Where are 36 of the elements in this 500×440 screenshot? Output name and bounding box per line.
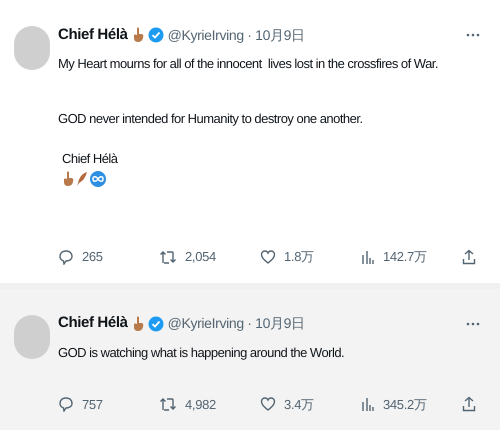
tweet-card[interactable]: Chief Hélà @KyrieIrving · 10月9日 GOD is watching what is happening around the World. 757 4,982 3.4万 345.2万 [0, 282, 500, 430]
tweet-text: My Heart mourns for all of the innocent lives lost in the crossfires of War. [58, 55, 439, 73]
repost-icon[interactable] [159, 248, 177, 265]
share-icon[interactable] [462, 248, 476, 265]
infinity-icon [90, 171, 106, 187]
more-icon[interactable] [466, 33, 480, 37]
like-count: 3.4万 [284, 396, 314, 414]
repost-count: 2,054 [185, 248, 216, 266]
repost-icon[interactable] [159, 396, 177, 412]
tweet-text: GOD never intended for Humanity to destroy one another. [58, 110, 364, 128]
handle-date[interactable]: @KyrieIrving · 10月9日 [168, 313, 305, 334]
display-name[interactable]: Chief Hélà [58, 312, 128, 335]
bar-chart-icon[interactable] [361, 248, 375, 265]
view-count: 345.2万 [383, 396, 427, 414]
verified-badge-icon [148, 27, 164, 43]
hand-icon [132, 316, 144, 332]
display-name[interactable]: Chief Hélà [58, 24, 128, 46]
tweet-text: GOD is watching what is happening around the World. [58, 344, 346, 362]
hand-icon [132, 27, 144, 43]
reply-icon[interactable] [58, 248, 74, 265]
bar-chart-icon[interactable] [361, 396, 375, 412]
reply-count: 757 [82, 396, 103, 414]
like-count: 1.8万 [284, 248, 314, 266]
hand-icon [62, 171, 74, 187]
tweet-text: Chief Hélà [61, 150, 119, 168]
share-icon[interactable] [462, 396, 476, 412]
heart-icon[interactable] [260, 396, 276, 412]
heart-icon[interactable] [260, 248, 276, 265]
view-count: 142.7万 [383, 248, 427, 266]
verified-badge-icon [148, 316, 164, 332]
reply-icon[interactable] [58, 396, 74, 412]
more-icon[interactable] [466, 322, 480, 326]
reply-count: 265 [82, 248, 103, 266]
handle-date[interactable]: @KyrieIrving · 10月9日 [168, 24, 305, 46]
repost-count: 4,982 [185, 396, 216, 414]
feather-icon [76, 171, 88, 187]
